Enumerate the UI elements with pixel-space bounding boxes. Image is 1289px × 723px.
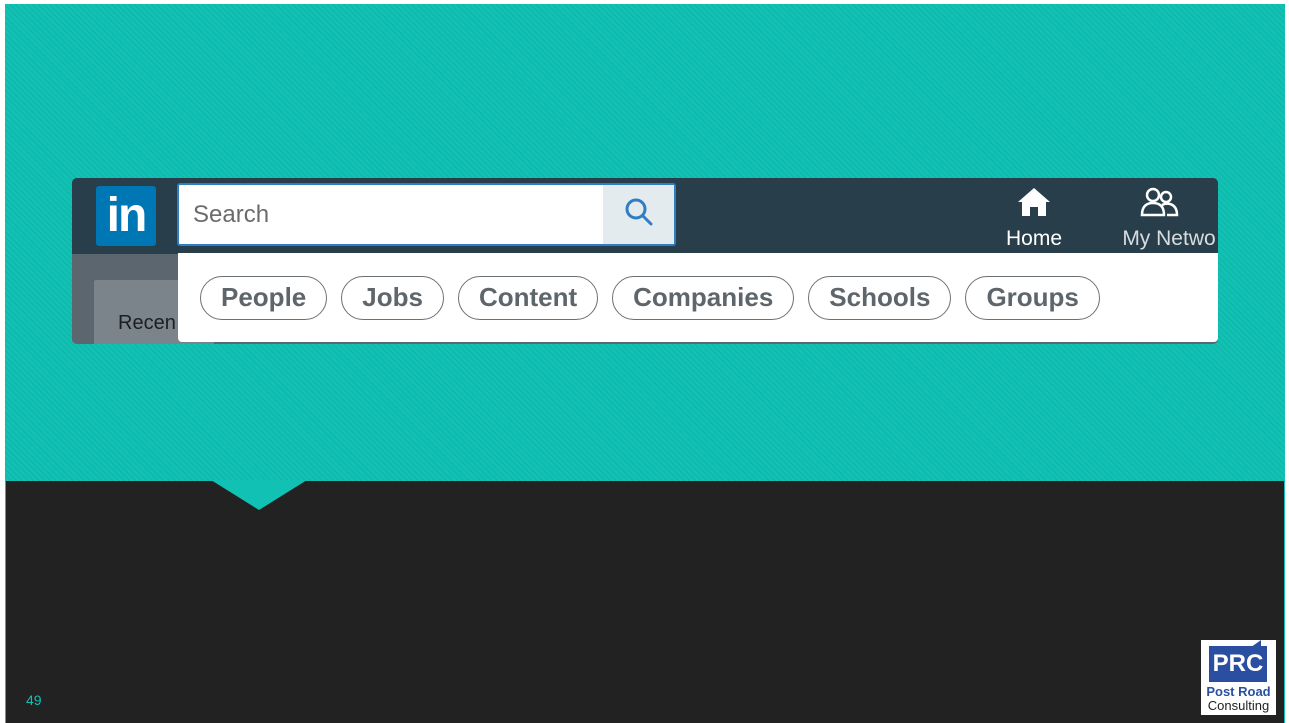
prc-name-line1: Post Road (1206, 684, 1271, 699)
prc-badge: PRC (1209, 646, 1267, 682)
filter-schools[interactable]: Schools (808, 276, 952, 320)
home-icon (1016, 188, 1052, 222)
search-input[interactable] (179, 185, 605, 244)
filter-people[interactable]: People (200, 276, 328, 320)
nav-home-label: Home (1005, 227, 1063, 250)
linkedin-logo[interactable]: in (96, 186, 156, 246)
search-box (177, 183, 676, 246)
nav-my-network-label: My Netwo (1122, 227, 1216, 250)
linkedin-screenshot: Recen in Home (72, 178, 1218, 344)
dark-background (5, 481, 1285, 723)
search-filter-dropdown: People Jobs Content Companies Schools Gr… (178, 253, 1218, 342)
prc-name-line2: Consulting (1207, 698, 1270, 713)
search-icon (623, 196, 655, 233)
nav-home[interactable]: Home (1002, 186, 1066, 251)
filter-content[interactable]: Content (457, 276, 599, 320)
filter-companies[interactable]: Companies (612, 276, 795, 320)
recent-label: Recen (118, 312, 176, 334)
people-icon (1140, 187, 1181, 222)
prc-logo: PRC Post Road Consulting (1201, 640, 1276, 715)
filter-jobs[interactable]: Jobs (341, 276, 444, 320)
search-button[interactable] (603, 185, 674, 244)
presentation-slide: Recen in Home (5, 4, 1285, 723)
callout-pointer (211, 480, 307, 510)
filter-groups[interactable]: Groups (965, 276, 1100, 320)
slide-page-number: 49 (26, 692, 42, 708)
filter-chips: People Jobs Content Companies Schools Gr… (200, 276, 1100, 320)
nav-my-network[interactable]: My Netwo (1114, 186, 1218, 251)
